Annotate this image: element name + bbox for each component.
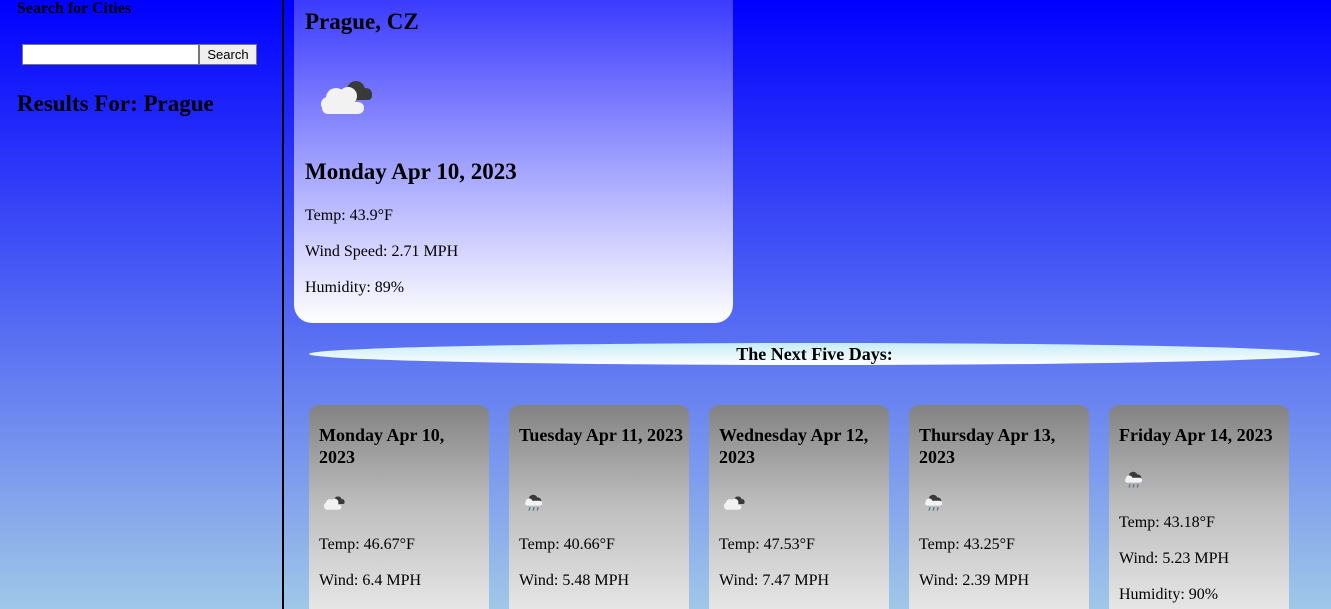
rain-cloud-icon xyxy=(525,494,543,511)
current-weather-card: Prague, CZ Monday Apr 10, 2023 Temp: 43.… xyxy=(294,0,733,323)
rain-cloud-icon xyxy=(1125,471,1143,488)
city-name: Prague, CZ xyxy=(305,9,419,34)
forecast-humidity: Humidity: 90% xyxy=(1119,586,1219,603)
forecast-temp: Temp: 47.53°F xyxy=(719,536,815,553)
results-heading: Results For: Prague xyxy=(17,91,214,116)
broken-clouds-icon xyxy=(321,81,372,114)
forecast-date: Wednesday Apr 12, 2023 xyxy=(719,425,869,467)
forecast-wind: Wind: 5.23 MPH xyxy=(1119,550,1230,567)
forecast-card: Friday Apr 14, 2023 Temp: 43.18°F Wind: … xyxy=(1109,405,1289,609)
search-button[interactable]: Search xyxy=(199,44,257,65)
forecast-temp: Temp: 43.25°F xyxy=(919,536,1015,553)
current-humidity: Humidity: 89% xyxy=(305,279,405,296)
forecast-date: Thursday Apr 13, 2023 xyxy=(919,425,1056,467)
sidebar: Search for Cities Search Results For: Pr… xyxy=(0,0,284,609)
forecast-card: Thursday Apr 13, 2023 Temp: 43.25°F Wind… xyxy=(909,405,1089,609)
forecast-wind: Wind: 5.48 MPH xyxy=(519,572,630,589)
broken-clouds-icon xyxy=(723,496,745,510)
current-wind: Wind Speed: 2.71 MPH xyxy=(305,243,459,260)
forecast-wind: Wind: 7.47 MPH xyxy=(719,572,830,589)
five-day-heading: The Next Five Days: xyxy=(309,343,1320,365)
forecast-temp: Temp: 43.18°F xyxy=(1119,514,1215,531)
forecast-card: Monday Apr 10, 2023 Temp: 46.67°F Wind: … xyxy=(309,405,489,609)
current-date: Monday Apr 10, 2023 xyxy=(305,159,517,184)
forecast-wind: Wind: 2.39 MPH xyxy=(919,572,1030,589)
forecast-date: Monday Apr 10, 2023 xyxy=(319,425,445,467)
forecast-date: Friday Apr 14, 2023 xyxy=(1119,425,1273,445)
search-heading: Search for Cities xyxy=(17,0,132,17)
city-search-input[interactable] xyxy=(22,44,199,65)
forecast-card: Tuesday Apr 11, 2023 Temp: 40.66°F Wind:… xyxy=(509,405,689,609)
search-form: Search xyxy=(22,44,257,65)
forecast-temp: Temp: 46.67°F xyxy=(319,536,415,553)
rain-cloud-icon xyxy=(925,494,943,511)
forecast-date: Tuesday Apr 11, 2023 xyxy=(519,425,684,445)
broken-clouds-icon xyxy=(323,496,345,510)
forecast-wind: Wind: 6.4 MPH xyxy=(319,572,422,589)
current-temp: Temp: 43.9°F xyxy=(305,207,393,224)
forecast-card: Wednesday Apr 12, 2023 Temp: 47.53°F Win… xyxy=(709,405,889,609)
forecast-temp: Temp: 40.66°F xyxy=(519,536,615,553)
